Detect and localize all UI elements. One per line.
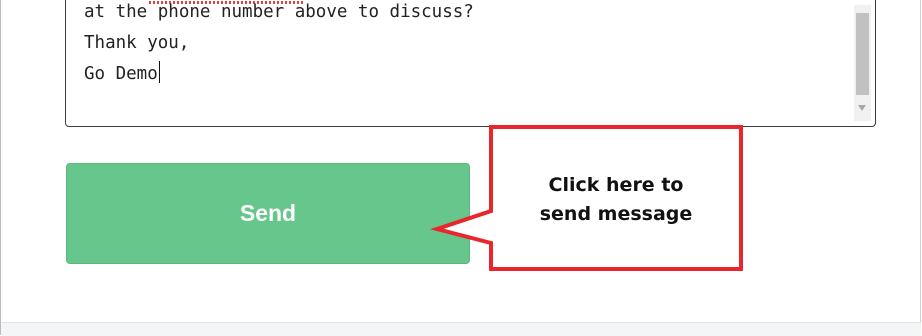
message-text: at the phone number above to discuss? Tha…	[84, 0, 474, 90]
footer-strip	[1, 322, 921, 336]
textarea-scrollbar[interactable]	[854, 5, 871, 121]
text-cursor-icon	[158, 61, 161, 83]
message-line: Thank you,	[84, 33, 190, 53]
send-button[interactable]: Send	[66, 163, 470, 264]
message-line-last: Go Demo	[84, 59, 474, 90]
message-line: Go Demo	[84, 64, 158, 84]
scroll-down-arrow-icon[interactable]	[858, 105, 866, 111]
message-textarea[interactable]: at the phone number above to discuss? Tha…	[65, 0, 876, 127]
scrollbar-thumb[interactable]	[856, 13, 869, 95]
message-line: at the phone number above to discuss?	[84, 2, 474, 22]
callout-text: Click here to send message	[539, 174, 693, 225]
